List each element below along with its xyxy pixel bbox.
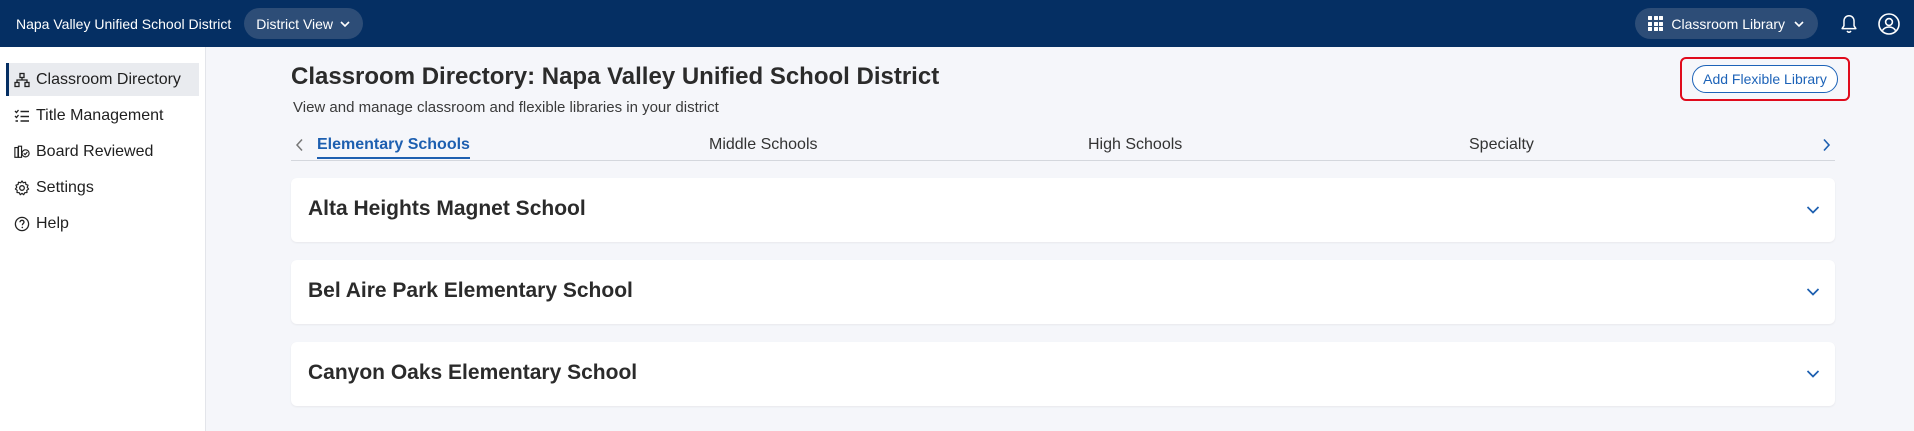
sidebar-item-label: Title Management [36, 106, 164, 124]
chevron-down-icon[interactable] [1805, 202, 1821, 218]
tab-elementary-schools[interactable]: Elementary Schools [317, 136, 470, 159]
school-name: Canyon Oaks Elementary School [308, 361, 638, 384]
main-content: Classroom Directory: Napa Valley Unified… [207, 47, 1914, 431]
school-card-canyon-oaks[interactable]: Canyon Oaks Elementary School [291, 342, 1835, 406]
sidebar-item-title-management[interactable]: Title Management [6, 99, 199, 132]
sidebar-item-label: Settings [36, 178, 94, 196]
sidebar-item-help[interactable]: Help [6, 207, 199, 240]
add-flexible-library-highlight: Add Flexible Library [1680, 57, 1850, 101]
sidebar-item-board-reviewed[interactable]: Board Reviewed [6, 135, 199, 168]
topbar-right-group: Classroom Library [1635, 0, 1914, 47]
checklist-icon [14, 108, 30, 124]
app-switcher-dropdown[interactable]: Classroom Library [1635, 8, 1818, 39]
school-name: Bel Aire Park Elementary School [308, 279, 633, 302]
tab-high-schools[interactable]: High Schools [1088, 136, 1182, 154]
question-circle-icon [14, 216, 30, 232]
chevron-left-icon[interactable] [290, 135, 310, 155]
bell-icon[interactable] [1836, 11, 1862, 37]
sidebar-item-label: Board Reviewed [36, 142, 154, 160]
tab-specialty[interactable]: Specialty [1469, 136, 1534, 154]
chevron-down-icon[interactable] [1805, 284, 1821, 300]
district-name: Napa Valley Unified School District [16, 15, 232, 32]
gear-icon [14, 179, 30, 196]
tab-middle-schools[interactable]: Middle Schools [709, 136, 818, 154]
chevron-down-icon [340, 20, 350, 27]
books-check-icon [14, 144, 30, 160]
sidebar-item-label: Help [36, 214, 69, 232]
top-navigation-bar: Napa Valley Unified School District Dist… [0, 0, 1914, 47]
grid-icon [1648, 16, 1664, 31]
sidebar-item-label: Classroom Directory [36, 70, 181, 88]
hierarchy-icon [14, 72, 30, 88]
sidebar-item-settings[interactable]: Settings [6, 171, 199, 204]
add-flexible-library-button[interactable]: Add Flexible Library [1692, 65, 1838, 93]
school-level-tabs: Elementary Schools Middle Schools High S… [291, 133, 1835, 161]
sidebar-item-classroom-directory[interactable]: Classroom Directory [6, 63, 199, 96]
page-subtitle: View and manage classroom and flexible l… [293, 99, 719, 116]
page-title: Classroom Directory: Napa Valley Unified… [291, 63, 940, 90]
chevron-right-icon[interactable] [1816, 135, 1836, 155]
sidebar: Classroom Directory Title Management Boa… [0, 47, 206, 431]
school-name: Alta Heights Magnet School [308, 197, 586, 220]
user-circle-icon[interactable] [1876, 11, 1902, 37]
chevron-down-icon[interactable] [1805, 366, 1821, 382]
chevron-down-icon [1794, 20, 1804, 27]
district-view-dropdown[interactable]: District View [244, 8, 364, 39]
school-card-bel-aire-park[interactable]: Bel Aire Park Elementary School [291, 260, 1835, 324]
app-switcher-label: Classroom Library [1671, 15, 1785, 32]
district-view-label: District View [256, 15, 334, 32]
school-card-alta-heights[interactable]: Alta Heights Magnet School [291, 178, 1835, 242]
